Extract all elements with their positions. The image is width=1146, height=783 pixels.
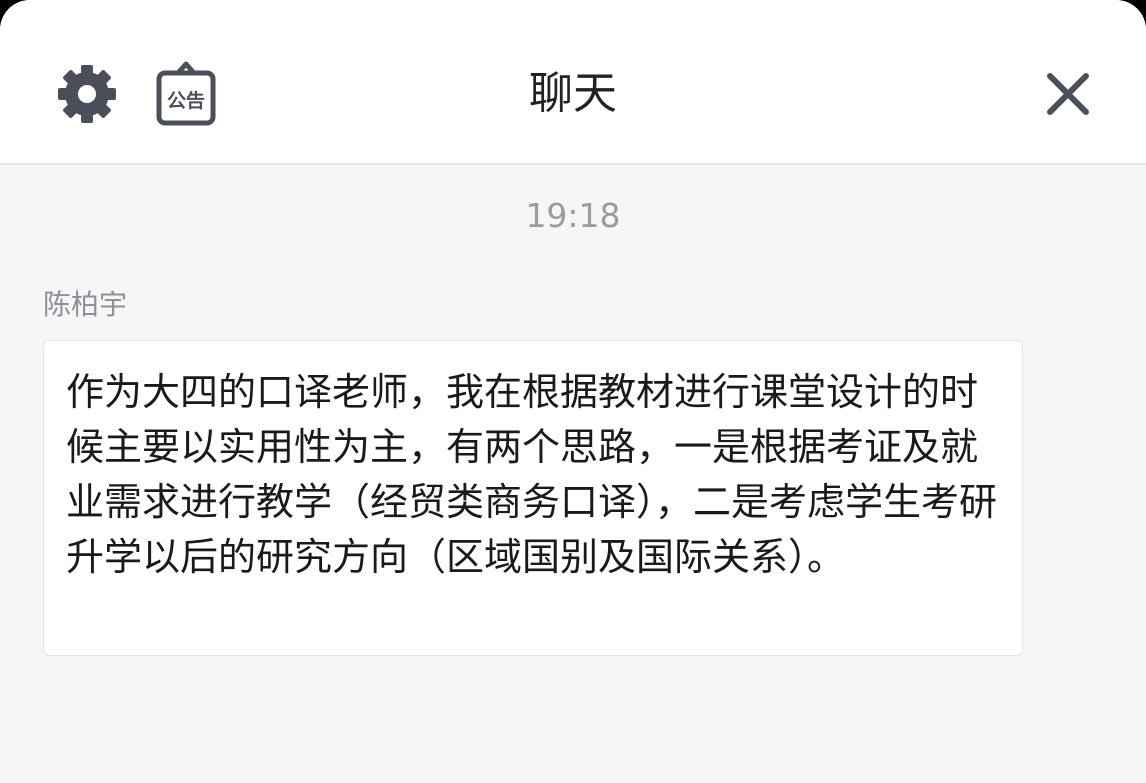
message-text: 作为大四的口译老师，我在根据教材进行课堂设计的时候主要以实用性为主，有两个思路，… (66, 370, 998, 579)
message-sender-name: 陈柏宇 (43, 288, 128, 321)
chat-header: 公告 聊天 (0, 0, 1146, 165)
message-timestamp: 19:18 (525, 196, 621, 235)
close-button[interactable] (1038, 64, 1098, 124)
message-bubble[interactable]: 作为大四的口译老师，我在根据教材进行课堂设计的时候主要以实用性为主，有两个思路，… (43, 340, 1023, 656)
chat-panel: 公告 聊天 19:18 陈柏宇 作为大四的口译老师，我在根据教材进行课堂设计的时… (0, 0, 1146, 783)
close-icon (1047, 73, 1089, 115)
page-title: 聊天 (529, 68, 617, 119)
